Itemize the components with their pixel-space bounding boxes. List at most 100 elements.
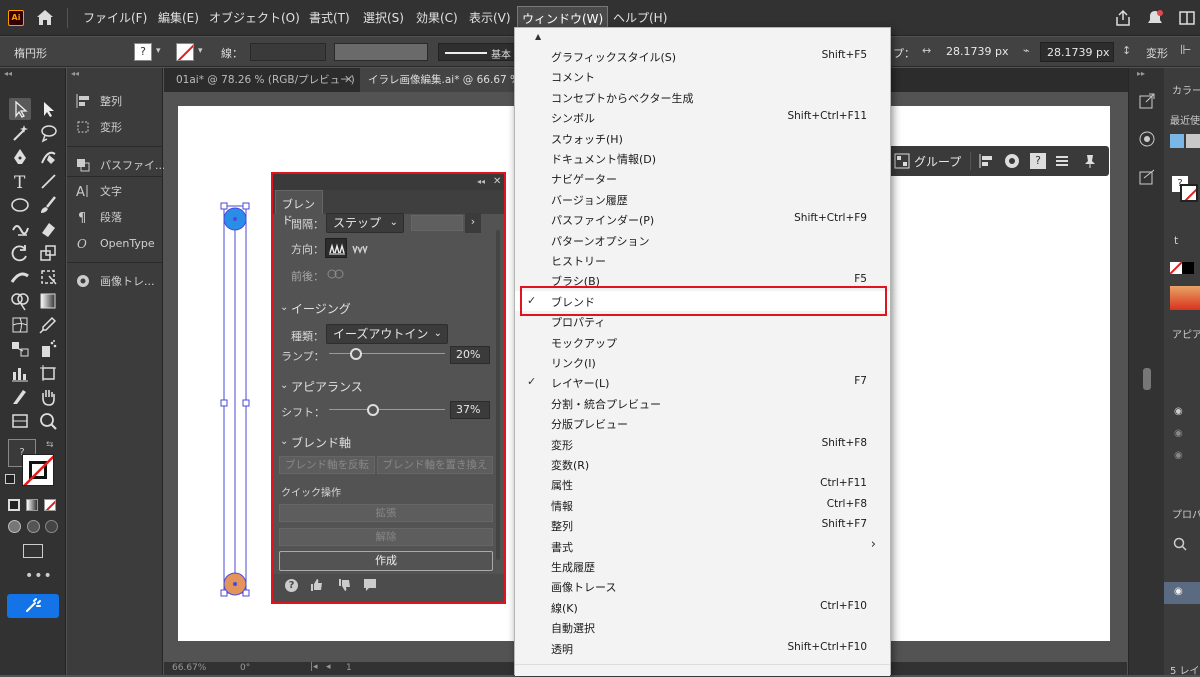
shape-builder-icon[interactable] bbox=[9, 290, 31, 312]
eye-icon[interactable]: ◉ bbox=[1174, 428, 1183, 439]
slice-tool-icon[interactable] bbox=[9, 386, 31, 408]
tab-document-2[interactable]: イラレ画像編集.ai* @ 66.67 % (R bbox=[360, 68, 535, 92]
free-transform-icon[interactable] bbox=[37, 266, 59, 288]
share-icon[interactable] bbox=[1114, 9, 1132, 27]
chevron-down-icon[interactable]: ⌄ bbox=[280, 302, 288, 313]
shaper-tool-icon[interactable] bbox=[9, 218, 31, 240]
color-mode-icon[interactable] bbox=[8, 499, 20, 511]
menu-item[interactable]: 属性 Ctrl+F11 bbox=[515, 474, 890, 494]
ellipse-tool-icon[interactable] bbox=[9, 194, 31, 216]
gradient-tool-icon[interactable] bbox=[37, 290, 59, 312]
recent-swatch[interactable] bbox=[1186, 134, 1200, 148]
menu-item[interactable]: 自動選択 bbox=[515, 617, 890, 637]
panel-align[interactable]: 整列 bbox=[75, 90, 161, 112]
panel-transform[interactable]: 変形 bbox=[75, 116, 161, 138]
rotate-tool-icon[interactable] bbox=[9, 242, 31, 264]
shift-value-field[interactable]: 37% bbox=[450, 401, 490, 419]
eye-icon[interactable]: ◉ bbox=[1174, 406, 1183, 417]
eraser-tool-icon[interactable] bbox=[37, 218, 59, 240]
menu-item[interactable]: 情報 Ctrl+F8 bbox=[515, 495, 890, 515]
swap-fill-stroke-icon[interactable]: ⇆ bbox=[46, 440, 54, 450]
menu-item[interactable]: 線(K) Ctrl+F10 bbox=[515, 597, 890, 617]
properties-panel-title[interactable]: プロパ bbox=[1172, 506, 1200, 521]
black-swatch[interactable] bbox=[1182, 262, 1194, 274]
menu-item[interactable]: シンボル Shift+Ctrl+F11 bbox=[515, 107, 890, 127]
menu-type[interactable]: 書式(T) bbox=[309, 9, 350, 26]
recolor-icon[interactable] bbox=[1004, 153, 1020, 169]
menu-item[interactable]: ドキュメント情報(D) bbox=[515, 148, 890, 168]
release-button[interactable]: 解除 bbox=[279, 528, 493, 546]
eye-icon[interactable]: ◉ bbox=[1174, 450, 1183, 461]
chevron-down-icon[interactable]: ▾ bbox=[198, 46, 203, 56]
width-tool-icon[interactable] bbox=[9, 266, 31, 288]
magic-wand-icon[interactable] bbox=[9, 122, 31, 144]
artboard-tool-icon[interactable] bbox=[37, 362, 59, 384]
replace-spine-button[interactable]: ブレンド軸を置き換え bbox=[377, 456, 493, 474]
expand-button[interactable]: 拡張 bbox=[279, 504, 493, 522]
reverse-spine-button[interactable]: ブレンド軸を反転 bbox=[279, 456, 375, 474]
draw-behind-icon[interactable] bbox=[27, 520, 40, 533]
height-field[interactable]: 28.1739 px bbox=[1040, 42, 1114, 62]
menu-select[interactable]: 選択(S) bbox=[363, 9, 404, 26]
paintbrush-tool-icon[interactable] bbox=[37, 194, 59, 216]
menu-edit[interactable]: 編集(E) bbox=[158, 9, 199, 26]
spacing-select[interactable]: ステップ ⌄ bbox=[326, 213, 404, 233]
menu-item[interactable]: パスファインダー(P) Shift+Ctrl+F9 bbox=[515, 209, 890, 229]
width-value[interactable]: 28.1739 px bbox=[946, 45, 1008, 58]
chevron-down-icon[interactable]: ▾ bbox=[156, 46, 161, 56]
menu-item[interactable]: 分割・統合プレビュー bbox=[515, 393, 890, 413]
make-blend-button[interactable]: 作成 bbox=[279, 551, 493, 571]
rotation-value[interactable]: 0° bbox=[240, 663, 250, 673]
appearance-section-title[interactable]: アピアランス bbox=[291, 378, 363, 395]
shift-slider[interactable] bbox=[329, 403, 445, 417]
line-segment-tool-icon[interactable] bbox=[37, 170, 59, 192]
easing-type-select[interactable]: イーズアウトイン ⌄ bbox=[326, 324, 448, 344]
pen-tool-icon[interactable] bbox=[9, 146, 31, 168]
first-page-icon[interactable]: |◂ bbox=[310, 662, 318, 672]
stroke-swatch[interactable] bbox=[22, 454, 54, 486]
stroke-none-swatch[interactable] bbox=[176, 43, 194, 61]
ramp-slider-thumb[interactable] bbox=[349, 348, 362, 360]
collapse-arrows-icon[interactable]: ◂◂ bbox=[477, 177, 485, 186]
align-icon[interactable] bbox=[978, 153, 994, 169]
default-colors-icon[interactable] bbox=[5, 474, 15, 484]
chevron-down-icon[interactable]: ⌄ bbox=[280, 380, 288, 391]
discover-icon[interactable] bbox=[1146, 9, 1164, 27]
link-icon[interactable]: ⌁ bbox=[1023, 44, 1030, 57]
menu-item[interactable]: 生成履歴 bbox=[515, 556, 890, 576]
menu-object[interactable]: オブジェクト(O) bbox=[209, 9, 300, 26]
screen-mode-icon[interactable] bbox=[23, 544, 43, 558]
curvature-tool-icon[interactable] bbox=[37, 146, 59, 168]
menu-item[interactable]: 整列 Shift+F7 bbox=[515, 515, 890, 535]
app-logo[interactable]: Ai bbox=[8, 10, 24, 26]
fill-question-swatch[interactable]: ? bbox=[134, 43, 152, 61]
export-icon[interactable] bbox=[1138, 92, 1156, 110]
align-to-page-icon[interactable] bbox=[325, 238, 347, 258]
previous-page-icon[interactable]: ◂ bbox=[326, 662, 331, 672]
column-graph-icon[interactable] bbox=[9, 362, 31, 384]
selection-tool-icon[interactable] bbox=[9, 98, 31, 120]
menu-item[interactable]: コメント bbox=[515, 66, 890, 86]
panel-scrollbar[interactable] bbox=[496, 230, 500, 560]
shift-slider-thumb[interactable] bbox=[367, 404, 380, 416]
blend-axis-section-title[interactable]: ブレンド軸 bbox=[291, 434, 351, 451]
menu-effect[interactable]: 効果(C) bbox=[416, 9, 458, 26]
align-icon[interactable]: ⊩ bbox=[1180, 43, 1191, 58]
feedback-icon[interactable] bbox=[363, 578, 377, 592]
menu-item[interactable]: ヒストリー bbox=[515, 250, 890, 270]
easing-section-title[interactable]: イージング bbox=[291, 300, 351, 317]
panel-pathfinder[interactable]: パスファイ... bbox=[75, 154, 166, 176]
menu-help[interactable]: ヘルプ(H) bbox=[613, 9, 667, 26]
draw-inside-icon[interactable] bbox=[45, 520, 58, 533]
tab-blend[interactable]: ブレンド bbox=[275, 190, 323, 227]
direct-selection-tool-icon[interactable] bbox=[37, 98, 59, 120]
collapse-arrows-icon[interactable]: ◂◂ bbox=[71, 69, 79, 78]
more-tools-icon[interactable]: ••• bbox=[25, 568, 53, 584]
menu-item[interactable]: 書式 › bbox=[515, 536, 890, 556]
scale-tool-icon[interactable] bbox=[37, 242, 59, 264]
close-icon[interactable]: ✕ bbox=[493, 176, 501, 187]
align-to-path-icon[interactable] bbox=[349, 238, 371, 258]
thumbs-down-icon[interactable] bbox=[337, 578, 351, 592]
arrange-documents-icon[interactable] bbox=[1178, 9, 1196, 27]
mesh-tool-icon[interactable] bbox=[9, 314, 31, 336]
